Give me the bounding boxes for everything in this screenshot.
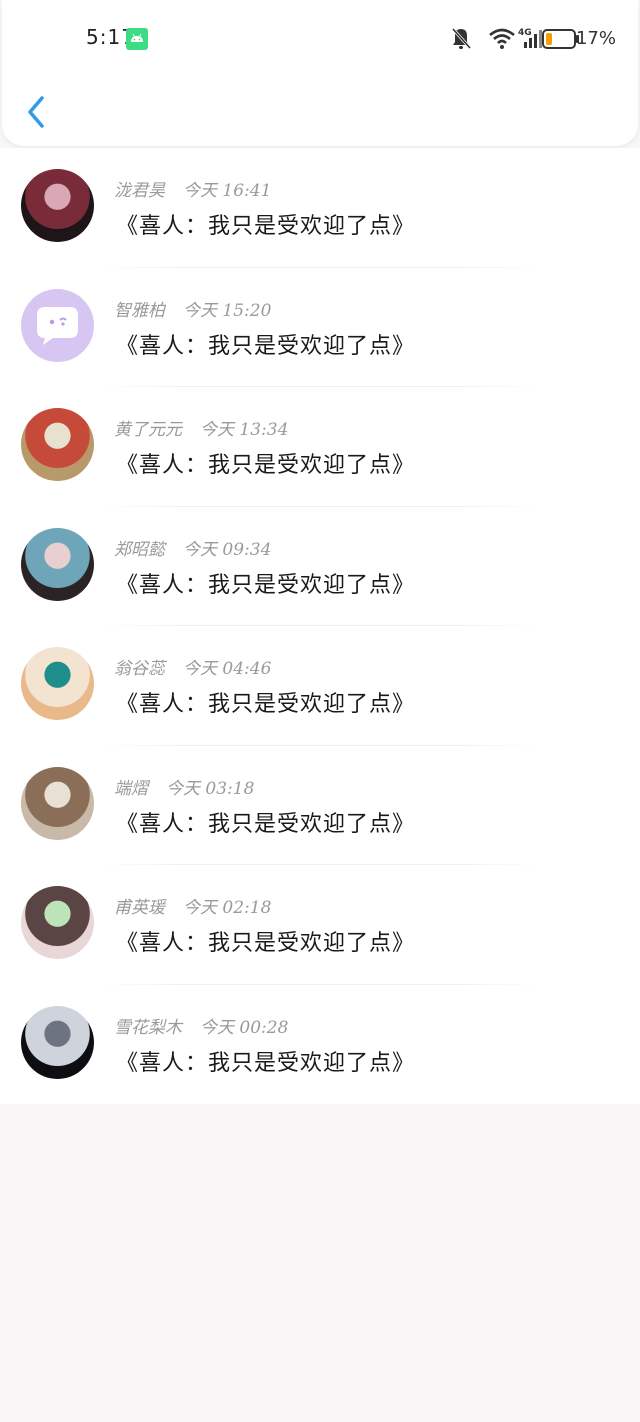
item-meta: 黄了元元 今天 13:34 <box>114 415 288 440</box>
chat-bubble-icon <box>37 306 78 345</box>
avatar[interactable] <box>21 288 94 362</box>
list-item[interactable]: 雪花梨木 今天 00:28 《喜人：我只是受欢迎了点》 <box>0 985 640 1105</box>
message-text: 《喜人：我只是受欢迎了点》 <box>116 214 416 239</box>
timestamp: 今天 13:34 <box>200 420 289 440</box>
message-text: 《喜人：我只是受欢迎了点》 <box>116 333 416 359</box>
timestamp: 今天 04:46 <box>183 659 272 679</box>
message-text: 《喜人：我只是受欢迎了点》 <box>116 931 416 956</box>
list-item[interactable]: 端熠 今天 03:18 《喜人：我只是受欢迎了点》 <box>0 746 640 865</box>
avatar[interactable] <box>21 169 94 242</box>
list-item[interactable]: 甫英瑗 今天 02:18 《喜人：我只是受欢迎了点》 <box>0 865 640 985</box>
battery-percent: 17% <box>575 28 616 49</box>
list-item[interactable]: 泷君昊 今天 16:41 《喜人：我只是受欢迎了点》 <box>0 148 640 268</box>
list-item[interactable]: 智雅柏 今天 15:20 《喜人：我只是受欢迎了点》 <box>0 268 640 387</box>
back-button[interactable] <box>22 92 52 132</box>
wifi-icon <box>488 26 516 56</box>
status-bar: 5:17 4G 17% <box>2 22 640 56</box>
battery-icon <box>542 28 580 54</box>
user-name[interactable]: 郑昭懿 <box>114 540 165 560</box>
user-name[interactable]: 甫英瑗 <box>114 898 165 918</box>
timestamp: 今天 15:20 <box>183 300 272 321</box>
list-item[interactable]: 郑昭懿 今天 09:34 《喜人：我只是受欢迎了点》 <box>0 507 640 626</box>
item-meta: 甫英瑗 今天 02:18 <box>114 893 271 918</box>
user-name[interactable]: 翁谷蕊 <box>114 659 165 679</box>
message-text: 《喜人：我只是受欢迎了点》 <box>116 572 416 598</box>
timestamp: 今天 02:18 <box>183 898 272 918</box>
user-name[interactable]: 泷君昊 <box>114 181 165 201</box>
item-meta: 智雅柏 今天 15:20 <box>114 296 271 321</box>
avatar[interactable] <box>21 408 94 481</box>
network-type-label: 4G <box>518 28 532 38</box>
timestamp: 今天 03:18 <box>166 778 255 799</box>
message-text: 《喜人：我只是受欢迎了点》 <box>116 1050 416 1076</box>
avatar[interactable] <box>21 766 94 840</box>
chevron-left-icon <box>28 96 44 128</box>
item-meta: 泷君昊 今天 16:41 <box>114 176 271 201</box>
avatar[interactable] <box>21 886 94 959</box>
user-name[interactable]: 雪花梨木 <box>114 1018 182 1038</box>
timestamp: 今天 09:34 <box>183 539 272 560</box>
android-notification-icon <box>126 28 148 50</box>
avatar[interactable] <box>21 527 94 601</box>
user-name[interactable]: 智雅柏 <box>114 301 165 321</box>
user-name[interactable]: 黄了元元 <box>114 420 182 440</box>
item-meta: 雪花梨木 今天 00:28 <box>114 1013 288 1038</box>
app-header: 5:17 4G 17% <box>2 0 638 146</box>
list-item[interactable]: 翁谷蕊 今天 04:46 《喜人：我只是受欢迎了点》 <box>0 626 640 746</box>
visitor-list: 泷君昊 今天 16:41 《喜人：我只是受欢迎了点》 智雅柏 今天 15:20 《喜人：我… <box>0 148 640 1104</box>
user-name[interactable]: 端熠 <box>114 779 148 799</box>
avatar[interactable] <box>21 1005 94 1079</box>
list-item[interactable]: 黄了元元 今天 13:34 《喜人：我只是受欢迎了点》 <box>0 387 640 507</box>
timestamp: 今天 16:41 <box>183 181 272 201</box>
timestamp: 今天 00:28 <box>200 1017 289 1038</box>
item-meta: 郑昭懿 今天 09:34 <box>114 535 271 560</box>
avatar[interactable] <box>21 647 94 720</box>
bell-off-icon <box>450 26 472 56</box>
message-text: 《喜人：我只是受欢迎了点》 <box>116 692 416 717</box>
item-meta: 翁谷蕊 今天 04:46 <box>114 654 271 679</box>
message-text: 《喜人：我只是受欢迎了点》 <box>116 811 416 837</box>
item-meta: 端熠 今天 03:18 <box>114 774 254 799</box>
message-text: 《喜人：我只是受欢迎了点》 <box>116 453 416 478</box>
